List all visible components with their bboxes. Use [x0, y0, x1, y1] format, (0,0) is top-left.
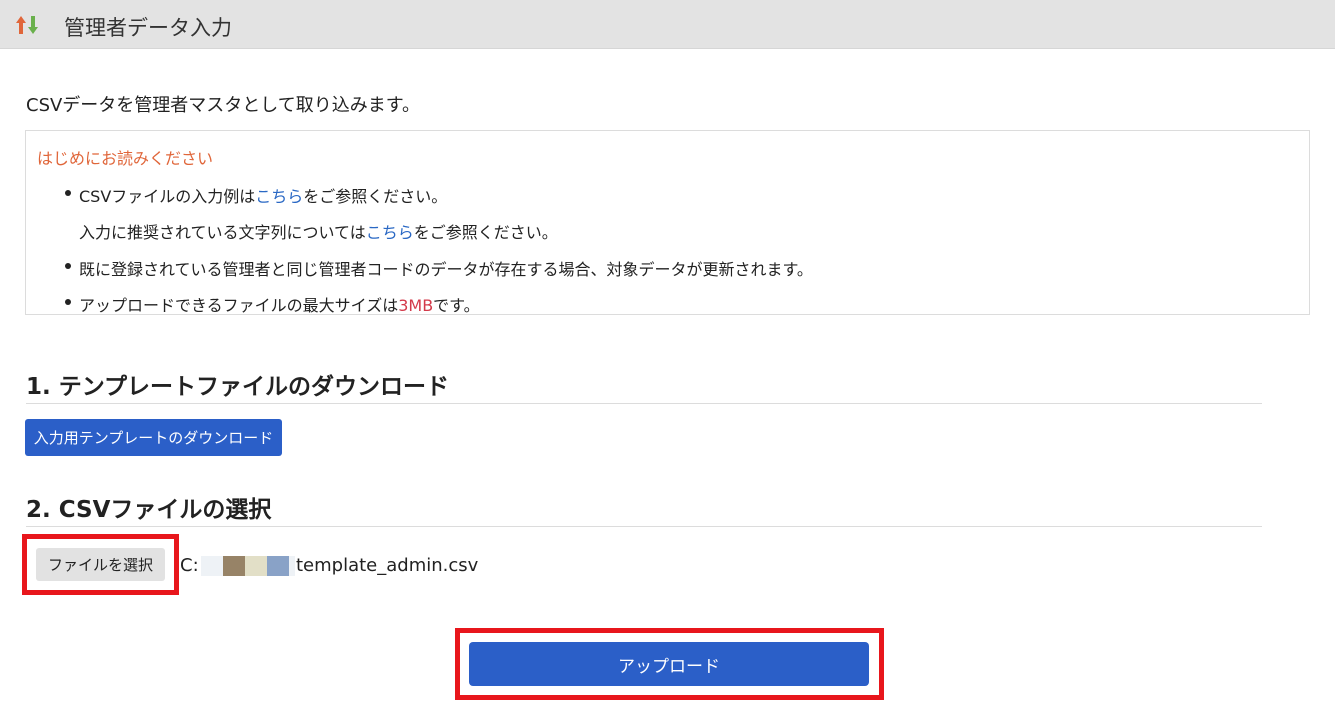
notice-text: です。 [433, 296, 480, 315]
notice-text: 既に登録されている管理者と同じ管理者コードのデータが存在する場合、対象データが更… [79, 260, 813, 279]
notice-box: はじめにお読みください CSVファイルの入力例はこちらをご参照ください。 入力に… [25, 130, 1310, 315]
max-size: 3MB [398, 296, 434, 315]
upload-button[interactable]: アップロード [469, 642, 869, 686]
file-path: C: [180, 555, 199, 576]
choose-file-button[interactable]: ファイルを選択 [36, 548, 165, 581]
section-title-template: 1. テンプレートファイルのダウンロード [26, 367, 1262, 404]
recommended-chars-link[interactable]: こちら [366, 223, 414, 242]
notice-text: 入力に推奨されている文字列については [79, 223, 366, 242]
redacted-block [245, 556, 267, 576]
intro-text: CSVデータを管理者マスタとして取り込みます。 [26, 95, 420, 116]
notice-text: をご参照ください。 [303, 187, 448, 206]
path-prefix: C: [180, 555, 199, 576]
file-name: template_admin.csv [296, 555, 479, 576]
redacted-block [289, 556, 295, 576]
page-title: 管理者データ入力 [64, 16, 232, 40]
example-link[interactable]: こちら [255, 187, 303, 206]
redacted-block [201, 556, 223, 576]
notice-text: をご参照ください。 [413, 223, 558, 242]
sort-arrows-icon [16, 16, 38, 34]
bullet-icon [65, 299, 71, 305]
redacted-block [267, 556, 289, 576]
bullet-icon [65, 263, 71, 269]
download-template-button[interactable]: 入力用テンプレートのダウンロード [25, 419, 282, 456]
notice-text: アップロードできるファイルの最大サイズは [79, 296, 399, 315]
section-title-csv: 2. CSVファイルの選択 [26, 490, 1262, 527]
bullet-icon [65, 190, 71, 196]
redacted-block [223, 556, 245, 576]
header-bar: 管理者データ入力 [0, 0, 1335, 49]
notice-text: CSVファイルの入力例は [79, 187, 256, 206]
notice-title: はじめにお読みください [37, 149, 214, 168]
